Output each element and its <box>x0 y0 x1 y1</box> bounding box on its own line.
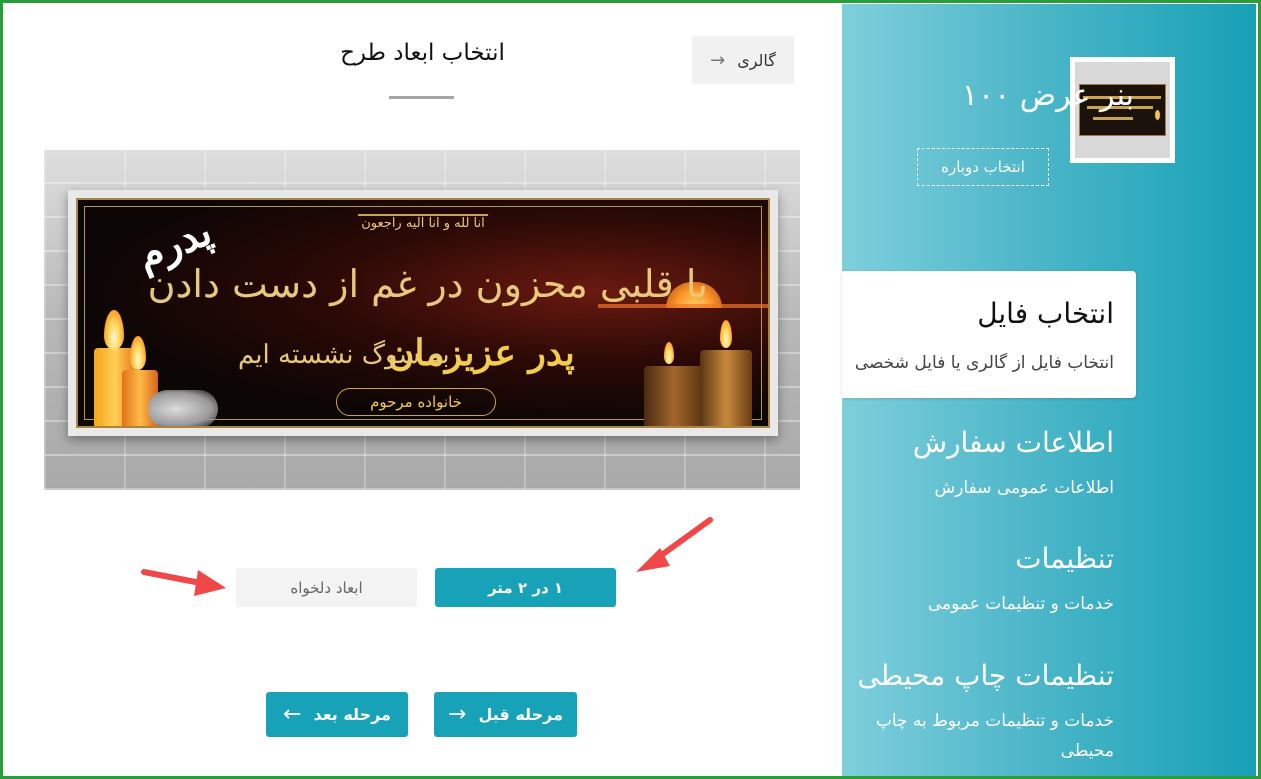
candle-graphic <box>644 366 704 426</box>
title-underline <box>389 96 454 99</box>
arrow-right-icon: → <box>710 49 726 71</box>
previous-step-label: مرحله قبل <box>478 705 563 724</box>
size-option-1x2-button[interactable]: ۱ در ۲ متر <box>435 568 616 607</box>
step-title: انتخاب فایل <box>977 297 1114 330</box>
banner-artwork: انا لله و انا الیه راجعون پدرم با قلبی م… <box>76 198 770 428</box>
banner-line-1: با قلبی محزون در غم از دست دادن <box>147 262 708 306</box>
product-title: بنر عرض ۱۰۰ <box>961 78 1134 113</box>
next-step-button[interactable]: مرحله بعد ← <box>266 692 408 737</box>
reselect-button[interactable]: انتخاب دوباره <box>917 148 1049 186</box>
size-option-custom-button[interactable]: ابعاد دلخواه <box>236 568 417 607</box>
banner-sheet: انا لله و انا الیه راجعون پدرم با قلبی م… <box>68 190 778 436</box>
step-select-file[interactable]: انتخاب فایل انتخاب فایل از گالری یا فایل… <box>842 271 1136 398</box>
top-calligraphy: انا لله و انا الیه راجعون <box>358 214 488 240</box>
candle-graphic <box>700 350 752 426</box>
flame-graphic <box>664 342 674 364</box>
gallery-back-button[interactable]: گالری → <box>692 36 794 84</box>
page-title: انتخاب ابعاد طرح <box>340 40 505 66</box>
banner-family-plate: خانواده مرحوم <box>336 388 496 416</box>
annotation-arrow-icon <box>636 517 713 572</box>
step-settings[interactable]: تنظیمات خدمات و تنظیمات عمومی <box>844 542 1114 619</box>
step-description: خدمات و تنظیمات عمومی <box>927 594 1114 614</box>
gallery-label: گالری <box>737 50 776 70</box>
step-order-info[interactable]: اطلاعات سفارش اطلاعات عمومی سفارش <box>844 426 1114 503</box>
step-title: اطلاعات سفارش <box>912 426 1114 459</box>
smoke-graphic <box>148 390 218 426</box>
step-description: خدمات و تنظیمات مربوط به چاپ محیطی <box>875 711 1114 761</box>
step-outdoor-print-settings[interactable]: تنظیمات چاپ محیطی خدمات و تنظیمات مربوط … <box>844 659 1114 766</box>
order-steps-sidebar: بنر عرض ۱۰۰ انتخاب دوباره انتخاب فایل ان… <box>842 4 1256 776</box>
flame-graphic <box>720 320 732 348</box>
annotation-arrow-icon <box>141 569 226 596</box>
banner-preview-image: انا لله و انا الیه راجعون پدرم با قلبی م… <box>44 150 800 490</box>
step-title: تنظیمات چاپ محیطی <box>857 659 1114 692</box>
banner-line-2: به سوگ نشسته ایم <box>238 340 450 370</box>
next-step-label: مرحله بعد <box>313 705 391 724</box>
step-description: اطلاعات عمومی سفارش <box>934 478 1114 498</box>
arrow-right-icon: → <box>448 702 467 727</box>
arrow-left-icon: ← <box>283 702 302 727</box>
step-description: انتخاب فایل از گالری یا فایل شخصی <box>854 353 1114 373</box>
step-title: تنظیمات <box>1015 542 1114 575</box>
previous-step-button[interactable]: مرحله قبل → <box>434 692 577 737</box>
